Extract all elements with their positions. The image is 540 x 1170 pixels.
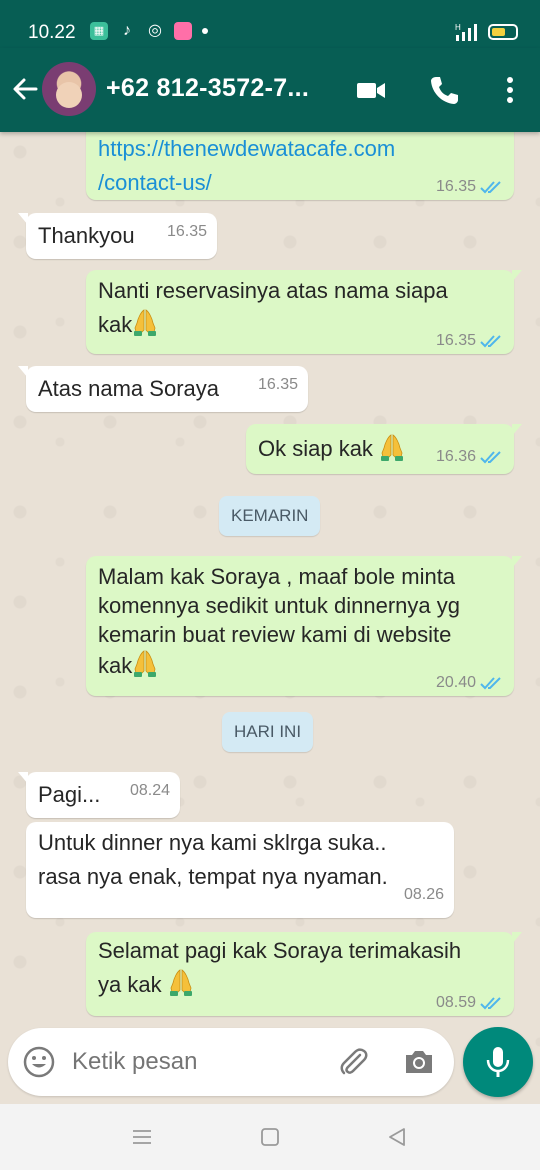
message-input[interactable] — [72, 1048, 312, 1076]
message-text: Ok siap kak — [258, 436, 373, 461]
notification-icons: ▦ ♪ ◎ — [90, 22, 208, 40]
svg-text:H: H — [455, 23, 461, 32]
contact-avatar[interactable] — [42, 62, 96, 116]
read-ticks-icon — [480, 333, 504, 349]
signal-icon: H — [455, 23, 477, 41]
video-call-icon[interactable] — [355, 74, 387, 106]
chat-header: +62 812-3572-7... — [0, 48, 540, 132]
chat-area[interactable]: https://thenewdewatacafe.com/contact-us/… — [0, 132, 540, 1104]
back-icon[interactable] — [386, 1126, 408, 1148]
read-ticks-icon — [480, 449, 504, 465]
notification-dot — [202, 28, 208, 34]
mic-icon — [486, 1047, 510, 1077]
read-ticks-icon — [480, 995, 504, 1011]
contact-name[interactable]: +62 812-3572-7... — [106, 74, 309, 103]
folded-hands-emoji — [132, 649, 158, 677]
message-meta: 20.40 — [436, 674, 504, 692]
message-incoming[interactable]: Thankyou 16.35 — [18, 213, 217, 259]
message-incoming[interactable]: Pagi... 08.24 — [18, 772, 180, 818]
message-text: Atas nama Soraya — [38, 376, 219, 401]
calculator-icon: ▦ — [90, 22, 108, 40]
message-meta: 16.35 — [436, 178, 504, 196]
message-time: 16.35 — [435, 332, 476, 349]
home-icon[interactable] — [259, 1126, 281, 1148]
emoji-icon[interactable] — [22, 1045, 56, 1079]
message-time: 16.35 — [435, 178, 476, 195]
message-outgoing[interactable]: Malam kak Soraya , maaf bole minta komenn… — [86, 556, 522, 696]
message-incoming[interactable]: Atas nama Soraya 16.35 — [18, 366, 308, 412]
message-meta: 16.36 — [436, 448, 504, 466]
message-outgoing[interactable]: Ok siap kak 16.36 — [246, 424, 522, 474]
message-meta: 16.35 — [436, 332, 504, 350]
instagram-icon: ◎ — [148, 22, 162, 39]
message-time: 08.26 — [403, 886, 444, 903]
message-input-bar — [8, 1028, 454, 1096]
message-text: Selamat pagi kak Soraya terimakasih ya ka… — [98, 938, 462, 997]
folded-hands-emoji — [379, 433, 405, 461]
folded-hands-emoji — [168, 968, 194, 996]
date-separator: KEMARIN — [219, 496, 321, 536]
system-nav-bar — [0, 1104, 540, 1170]
phone-icon[interactable] — [428, 74, 460, 106]
read-ticks-icon — [480, 675, 504, 691]
recents-icon[interactable] — [131, 1126, 153, 1148]
status-bar: 10.22 ▦ ♪ ◎ H — [0, 0, 540, 48]
message-time: 16.36 — [435, 448, 476, 465]
system-icons: H — [454, 22, 518, 42]
status-time: 10.22 — [28, 22, 76, 43]
mic-button[interactable] — [463, 1027, 533, 1097]
message-time: 08.24 — [129, 782, 170, 799]
tiktok-icon: ♪ — [123, 22, 131, 39]
message-text: Malam kak Soraya , maaf bole minta komenn… — [98, 564, 460, 678]
message-incoming[interactable]: Untuk dinner nya kami sklrga suka.. rasa … — [26, 822, 454, 918]
message-text: Untuk dinner nya kami sklrga suka.. rasa … — [38, 830, 388, 889]
battery-icon — [488, 24, 518, 40]
message-time: 20.40 — [435, 674, 476, 691]
back-arrow-icon[interactable] — [10, 74, 40, 104]
message-time: 16.35 — [166, 223, 207, 240]
date-separator: HARI INI — [222, 712, 314, 752]
message-text: Thankyou — [38, 223, 135, 248]
more-vert-icon[interactable] — [494, 74, 526, 106]
message-text: Pagi... — [38, 782, 101, 807]
app-icon — [174, 22, 192, 40]
camera-icon[interactable] — [402, 1045, 436, 1079]
message-outgoing[interactable]: Selamat pagi kak Soraya terimakasih ya ka… — [86, 932, 522, 1016]
message-time: 16.35 — [257, 376, 298, 393]
folded-hands-emoji — [132, 308, 158, 336]
message-outgoing[interactable]: Nanti reservasinya atas nama siapa kak 16… — [86, 270, 522, 354]
message-meta: 08.59 — [436, 994, 504, 1012]
message-outgoing[interactable]: https://thenewdewatacafe.com/contact-us/… — [86, 132, 514, 200]
attach-icon[interactable] — [336, 1045, 370, 1079]
read-ticks-icon — [480, 179, 504, 195]
message-time: 08.59 — [435, 994, 476, 1011]
